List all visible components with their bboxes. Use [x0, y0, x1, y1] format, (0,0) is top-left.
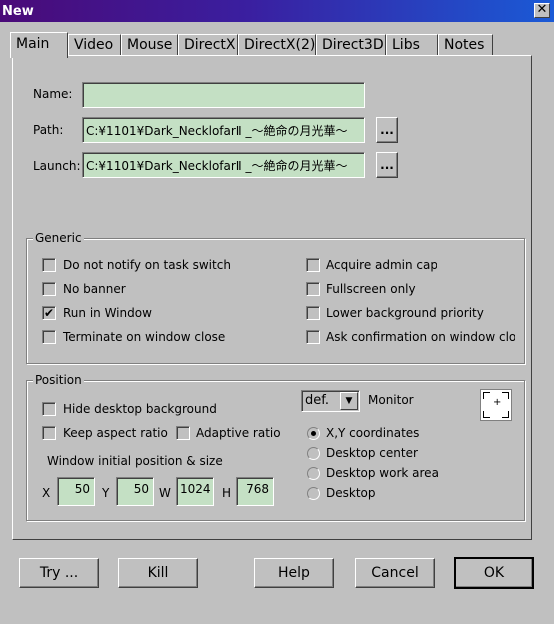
terminate-on-close-label: Terminate on window close — [63, 330, 226, 344]
launch-field[interactable]: C:¥1101¥Dark_NecklofarⅡ _〜絶命の月光華〜 — [82, 152, 365, 178]
desktop-work-area-label: Desktop work area — [326, 466, 439, 480]
do-not-notify-label: Do not notify on task switch — [63, 258, 231, 272]
desktop-label: Desktop — [326, 486, 376, 500]
path-field[interactable]: C:¥1101¥Dark_NecklofarⅡ _〜絶命の月光華〜 — [82, 117, 365, 143]
lower-bg-priority-label: Lower background priority — [326, 306, 484, 320]
monitor-label: Monitor — [368, 393, 414, 407]
checkmark-icon: ✔ — [43, 306, 55, 320]
acquire-admin-caps-label: Acquire admin caps — [326, 258, 437, 272]
cancel-button[interactable]: Cancel — [355, 558, 435, 588]
launch-browse-button[interactable]: ... — [376, 152, 398, 178]
name-field[interactable] — [82, 82, 365, 108]
tab-mouse[interactable]: Mouse — [121, 34, 178, 56]
tab-directx[interactable]: DirectX — [178, 34, 238, 56]
try-button[interactable]: Try ... — [19, 558, 99, 588]
monitor-select-value: def. — [305, 393, 330, 408]
tab-directx2[interactable]: DirectX(2) — [238, 34, 316, 56]
xy-coordinates-label: X,Y coordinates — [326, 426, 420, 440]
title-bar: New ✕ — [0, 0, 554, 22]
radio-dot-icon — [311, 431, 316, 436]
keep-aspect-checkbox[interactable] — [42, 426, 56, 440]
hide-desktop-bg-checkbox[interactable] — [42, 402, 56, 416]
ok-button[interactable]: OK — [454, 557, 534, 589]
monitor-select[interactable]: def. ▼ — [301, 390, 360, 412]
tab-main[interactable]: Main — [10, 32, 68, 58]
crosshair-icon[interactable]: + — [480, 389, 512, 421]
kill-button[interactable]: Kill — [118, 558, 198, 588]
x-label: X — [42, 486, 51, 500]
tab-notes[interactable]: Notes — [438, 34, 493, 56]
path-label: Path: — [33, 123, 64, 137]
hide-desktop-bg-label: Hide desktop background — [63, 402, 217, 416]
y-field[interactable]: 50 — [116, 477, 154, 506]
help-button[interactable]: Help — [254, 558, 334, 588]
run-in-window-checkbox[interactable]: ✔ — [42, 306, 56, 320]
close-button[interactable]: ✕ — [534, 3, 550, 18]
desktop-center-label: Desktop center — [326, 446, 418, 460]
ask-confirmation-label: Ask confirmation on window close — [326, 330, 515, 344]
name-label: Name: — [33, 87, 73, 101]
fullscreen-only-checkbox[interactable] — [306, 282, 320, 296]
w-label: W — [159, 486, 171, 500]
do-not-notify-checkbox[interactable] — [42, 258, 56, 272]
xy-coordinates-radio[interactable] — [307, 427, 320, 440]
generic-group-title: Generic — [33, 231, 84, 245]
desktop-center-radio[interactable] — [307, 447, 320, 460]
adaptive-ratio-label: Adaptive ratio — [196, 426, 281, 440]
h-field[interactable]: 768 — [236, 477, 274, 506]
tab-video[interactable]: Video — [68, 34, 121, 56]
ask-confirmation-checkbox[interactable] — [306, 330, 320, 344]
launch-label: Launch: — [33, 159, 81, 173]
close-icon: ✕ — [536, 2, 548, 17]
no-banner-checkbox[interactable] — [42, 282, 56, 296]
path-browse-button[interactable]: ... — [376, 117, 398, 143]
adaptive-ratio-checkbox[interactable] — [176, 426, 190, 440]
y-label: Y — [102, 486, 110, 500]
generic-group: Generic — [26, 231, 525, 364]
lower-bg-priority-checkbox[interactable] — [306, 306, 320, 320]
desktop-radio[interactable] — [307, 487, 320, 500]
w-field[interactable]: 1024 — [176, 477, 214, 506]
terminate-on-close-checkbox[interactable] — [42, 330, 56, 344]
window-pos-label: Window initial position & size — [47, 454, 223, 468]
no-banner-label: No banner — [63, 282, 126, 296]
fullscreen-only-label: Fullscreen only — [326, 282, 416, 296]
keep-aspect-label: Keep aspect ratio — [63, 426, 168, 440]
tab-direct3d[interactable]: Direct3D — [316, 34, 386, 56]
acquire-admin-caps-checkbox[interactable] — [306, 258, 320, 272]
h-label: H — [222, 486, 232, 500]
tab-libs[interactable]: Libs — [386, 34, 438, 56]
position-group-title: Position — [33, 373, 84, 387]
run-in-window-label: Run in Window — [63, 306, 152, 320]
x-field[interactable]: 50 — [57, 477, 95, 506]
chevron-down-icon: ▼ — [340, 392, 358, 410]
window-title: New — [2, 4, 34, 19]
desktop-work-area-radio[interactable] — [307, 467, 320, 480]
